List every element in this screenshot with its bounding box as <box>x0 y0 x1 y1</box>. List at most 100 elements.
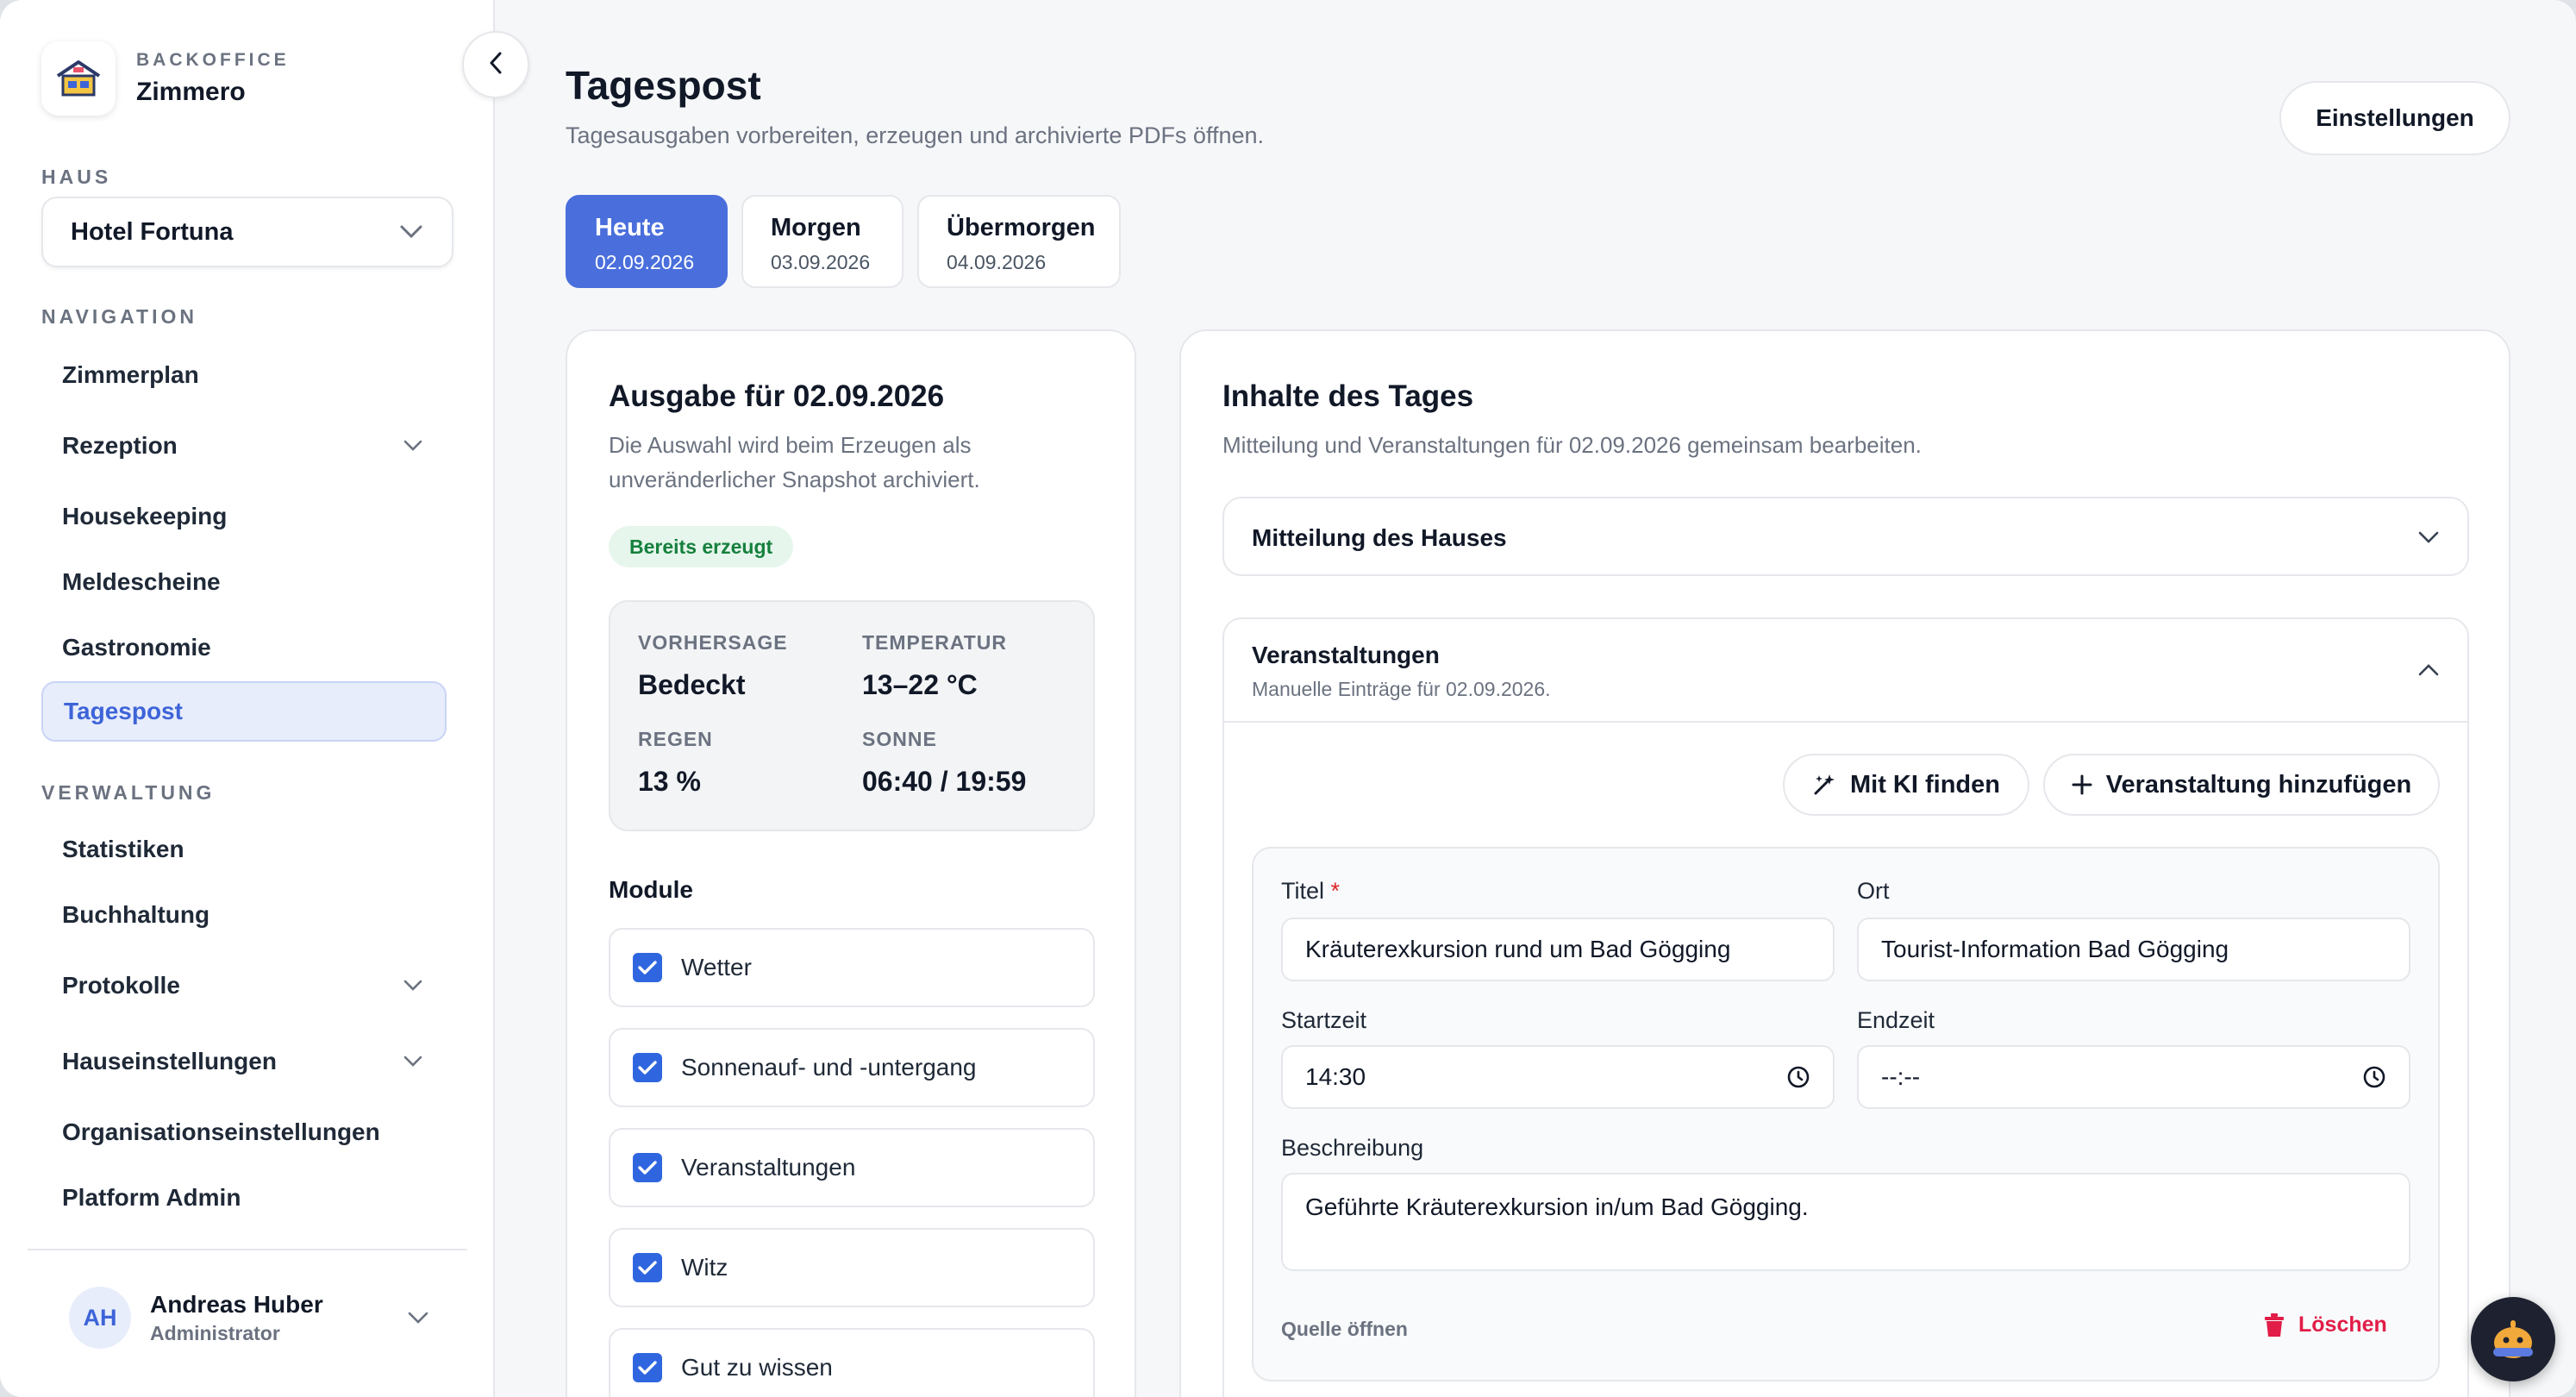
sidebar-item-label: Hauseinstellungen <box>62 1048 277 1074</box>
notice-accordion[interactable]: Mitteilung des Hauses <box>1222 497 2469 576</box>
module-veranstaltungen[interactable]: Veranstaltungen <box>609 1128 1095 1207</box>
collapse-sidebar-button[interactable] <box>462 31 529 98</box>
ai-find-label: Mit KI finden <box>1850 770 2000 799</box>
sidebar-item-label: Zimmerplan <box>62 361 199 388</box>
admin-section-label: VERWALTUNG <box>41 781 216 804</box>
open-source-link[interactable]: Quelle öffnen <box>1281 1318 1408 1341</box>
page-subtitle: Tagesausgaben vorbereiten, erzeugen und … <box>566 122 1265 148</box>
start-time-value: 14:30 <box>1305 1063 1366 1090</box>
event-location-input[interactable]: Tourist-Information Bad Gögging <box>1857 918 2410 981</box>
edition-title: Ausgabe für 02.09.2026 <box>609 379 945 413</box>
event-description-textarea[interactable]: Geführte Kräuterexkursion in/um Bad Gögg… <box>1281 1173 2410 1271</box>
module-label: Veranstaltungen <box>681 1154 856 1181</box>
sidebar-item-hauseinstellungen[interactable]: Hauseinstellungen <box>41 1031 447 1092</box>
title-field-label: Titel * <box>1281 878 1340 905</box>
brand-name: Zimmero <box>136 78 246 106</box>
checkbox-checked-icon[interactable] <box>633 953 662 982</box>
module-sonnenauf-und-untergang[interactable]: Sonnenauf- und -untergang <box>609 1028 1095 1107</box>
checkbox-checked-icon[interactable] <box>633 1053 662 1082</box>
sidebar-item-organisationseinstellungen[interactable]: Organisationseinstellungen <box>41 1102 447 1162</box>
module-gut-zu-wissen[interactable]: Gut zu wissen <box>609 1328 1095 1397</box>
clock-icon[interactable] <box>2362 1065 2386 1089</box>
events-accordion-header[interactable]: Veranstaltungen Manuelle Einträge für 02… <box>1224 619 2467 723</box>
robot-assistant-icon <box>2493 1320 2533 1358</box>
delete-event-button[interactable]: Löschen <box>2264 1312 2387 1337</box>
start-time-label: Startzeit <box>1281 1007 1367 1033</box>
sidebar-item-protokolle[interactable]: Protokolle <box>41 955 447 1016</box>
sidebar-divider <box>28 1249 467 1250</box>
tab-date: 04.09.2026 <box>947 251 1047 273</box>
sidebar-item-tagespost[interactable]: Tagespost <box>41 681 447 742</box>
sidebar-item-statistiken[interactable]: Statistiken <box>41 819 447 880</box>
chevron-down-icon <box>400 433 426 459</box>
chevron-down-icon <box>398 219 424 245</box>
module-label: Gut zu wissen <box>681 1354 833 1381</box>
module-label: Sonnenauf- und -untergang <box>681 1054 977 1081</box>
chevron-down-icon <box>400 1049 426 1074</box>
edition-description-line1: Die Auswahl wird beim Erzeugen als <box>609 432 972 458</box>
tab-label: Übermorgen <box>947 214 1096 241</box>
module-label: Wetter <box>681 954 752 980</box>
module-wetter[interactable]: Wetter <box>609 928 1095 1007</box>
event-title-input[interactable]: Kräuterexkursion rund um Bad Gögging <box>1281 918 1835 981</box>
end-time-input[interactable]: --:-- <box>1857 1045 2410 1109</box>
title-label-text: Titel <box>1281 878 1325 904</box>
forecast-value: Bedeckt <box>638 669 746 700</box>
sidebar-item-housekeeping[interactable]: Housekeeping <box>41 486 447 547</box>
sidebar-item-platform-admin[interactable]: Platform Admin <box>41 1168 447 1228</box>
start-time-input[interactable]: 14:30 <box>1281 1045 1835 1109</box>
sun-label: SONNE <box>862 728 937 750</box>
end-time-label: Endzeit <box>1857 1007 1935 1033</box>
tab-today[interactable]: Heute 02.09.2026 <box>566 195 728 288</box>
checkbox-checked-icon[interactable] <box>633 1253 662 1282</box>
sidebar-item-rezeption[interactable]: Rezeption <box>41 416 447 476</box>
contents-description: Mitteilung und Veranstaltungen für 02.09… <box>1222 432 1922 458</box>
brand[interactable]: BACKOFFICE Zimmero <box>41 41 290 116</box>
ai-find-button[interactable]: Mit KI finden <box>1783 754 2029 816</box>
tab-day-after-tomorrow[interactable]: Übermorgen 04.09.2026 <box>917 195 1121 288</box>
checkbox-checked-icon[interactable] <box>633 1153 662 1182</box>
sidebar-item-label: Platform Admin <box>62 1184 241 1211</box>
events-accordion-title: Veranstaltungen <box>1252 642 1440 668</box>
house-select-value: Hotel Fortuna <box>71 217 234 246</box>
user-menu[interactable]: AH Andreas Huber Administrator <box>69 1287 431 1349</box>
page-title: Tagespost <box>566 63 761 108</box>
sidebar-item-label: Meldescheine <box>62 568 221 595</box>
sidebar-item-label: Gastronomie <box>62 634 211 661</box>
house-select[interactable]: Hotel Fortuna <box>41 197 453 267</box>
hotel-logo-icon <box>41 41 116 116</box>
user-role: Administrator <box>150 1321 280 1344</box>
delete-label: Löschen <box>2298 1312 2387 1337</box>
sidebar-item-gastronomie[interactable]: Gastronomie <box>41 617 447 678</box>
required-mark: * <box>1330 878 1341 904</box>
modules-title: Module <box>609 876 693 903</box>
end-time-value: --:-- <box>1881 1063 1921 1090</box>
checkbox-checked-icon[interactable] <box>633 1353 662 1382</box>
add-event-button[interactable]: Veranstaltung hinzufügen <box>2043 754 2440 816</box>
sidebar-item-label: Protokolle <box>62 972 180 999</box>
sidebar-item-buchhaltung[interactable]: Buchhaltung <box>41 885 447 945</box>
status-badge: Bereits erzeugt <box>609 526 794 567</box>
assistant-bot-button[interactable] <box>2471 1297 2555 1381</box>
tab-label: Morgen <box>771 214 861 241</box>
sidebar-item-label: Statistiken <box>62 836 184 862</box>
sidebar-item-zimmerplan[interactable]: Zimmerplan <box>41 345 447 405</box>
settings-button[interactable]: Einstellungen <box>2279 81 2510 155</box>
chevron-down-icon <box>400 973 426 999</box>
rain-value: 13 % <box>638 766 701 797</box>
contents-title: Inhalte des Tages <box>1222 379 1474 413</box>
tab-tomorrow[interactable]: Morgen 03.09.2026 <box>741 195 903 288</box>
sidebar-item-label: Tagespost <box>64 698 183 724</box>
edition-description-line2: unveränderlicher Snapshot archiviert. <box>609 467 980 492</box>
chevron-left-icon <box>489 52 503 78</box>
sidebar: BACKOFFICE Zimmero HAUS Hotel Fortuna NA… <box>0 0 495 1397</box>
events-accordion-subtitle: Manuelle Einträge für 02.09.2026. <box>1252 678 1551 700</box>
brand-eyebrow: BACKOFFICE <box>136 50 290 70</box>
sidebar-item-meldescheine[interactable]: Meldescheine <box>41 552 447 612</box>
forecast-label: VORHERSAGE <box>638 631 788 654</box>
tab-label: Heute <box>595 214 665 241</box>
sidebar-item-label: Organisationseinstellungen <box>62 1118 380 1145</box>
clock-icon[interactable] <box>1786 1065 1810 1089</box>
notice-accordion-title: Mitteilung des Hauses <box>1252 524 1507 551</box>
module-witz[interactable]: Witz <box>609 1228 1095 1307</box>
